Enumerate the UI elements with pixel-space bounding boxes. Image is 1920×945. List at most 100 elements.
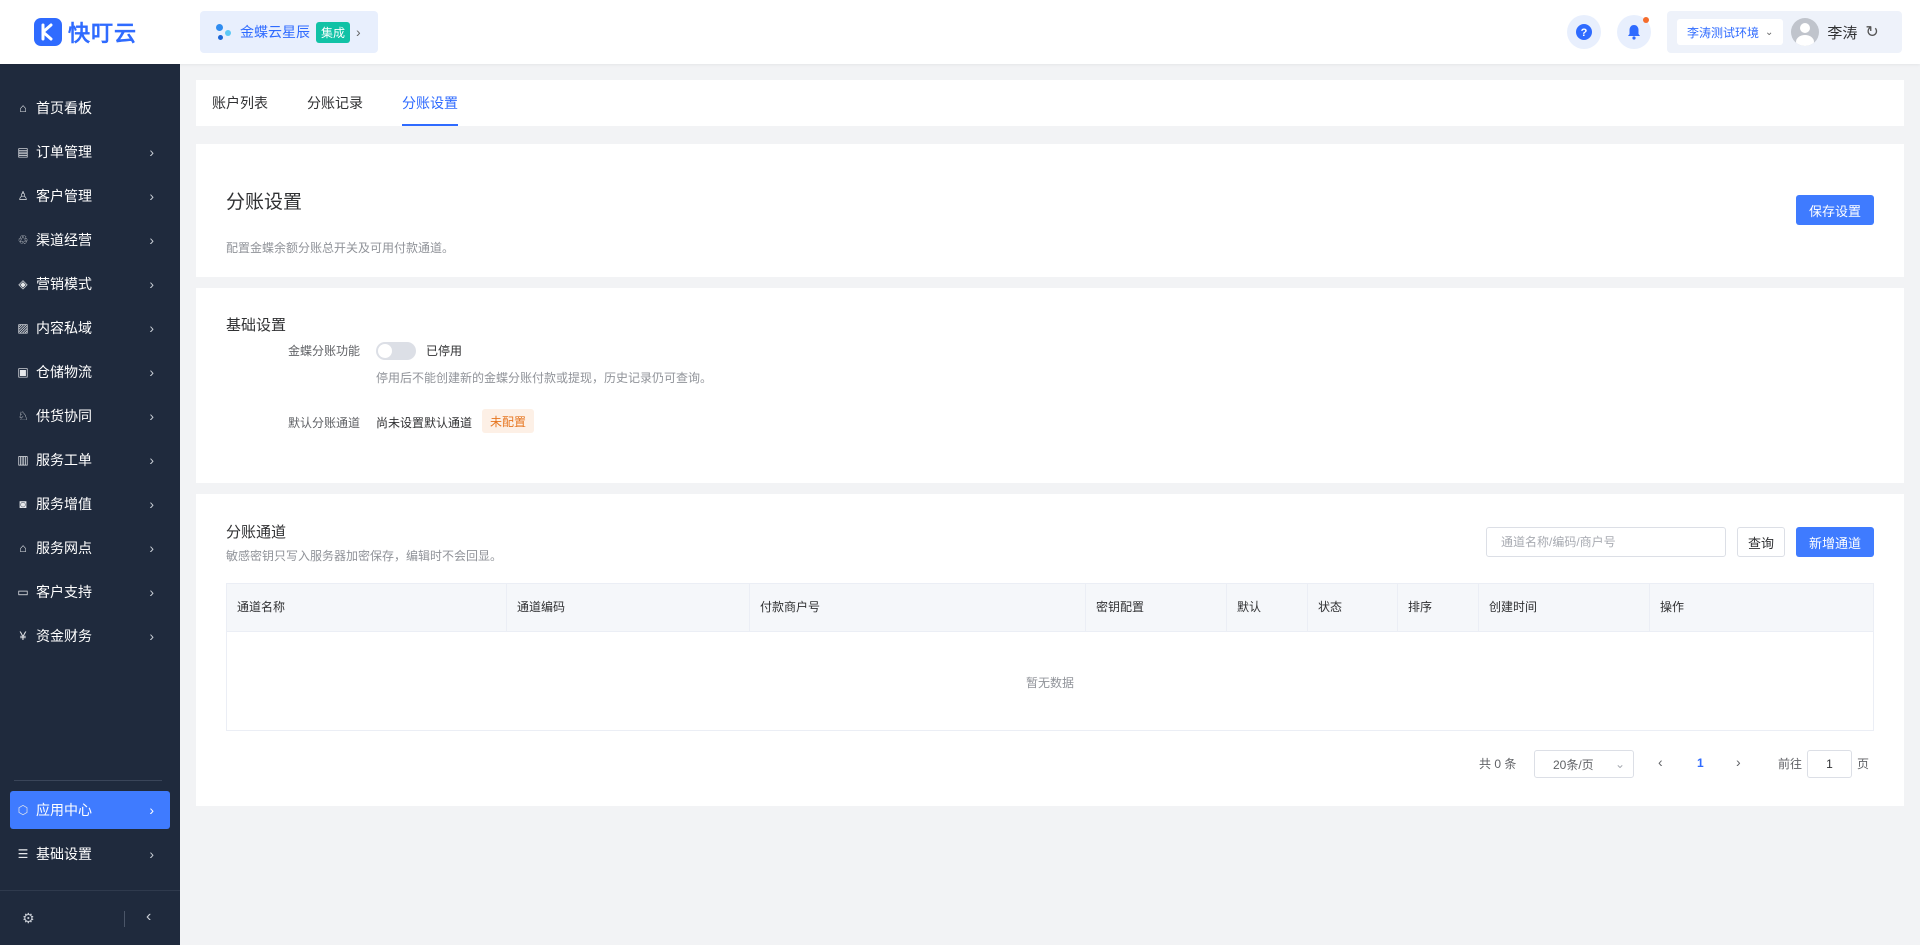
default-channel-label: 默认分账通道 [287, 416, 360, 430]
order-icon: ▤ [17, 145, 29, 159]
column-header: 通道编码 [507, 584, 750, 631]
tab-split-settings[interactable]: 分账设置 [402, 80, 458, 126]
settings-list-icon: ☰ [17, 847, 29, 861]
sidebar-footer: ⚙ ‹ [0, 890, 180, 945]
channel-search-input[interactable] [1486, 527, 1726, 557]
chevron-right-icon: › [149, 802, 154, 818]
help-button[interactable]: ? [1567, 15, 1601, 49]
tab-split-records[interactable]: 分账记录 [307, 80, 363, 126]
table-header: 通道名称 通道编码 付款商户号 密钥配置 默认 状态 排序 创建时间 操作 [227, 584, 1873, 632]
avatar[interactable] [1791, 18, 1820, 46]
sidebar-item-dashboard[interactable]: ⌂ 首页看板 [0, 86, 180, 130]
goto-page-input[interactable] [1807, 750, 1852, 778]
column-header: 操作 [1660, 600, 1685, 614]
sidebar-item-label: 供货协同 [36, 408, 92, 424]
sidebar-item-label: 服务网点 [36, 540, 92, 556]
tab-account-list[interactable]: 账户列表 [212, 80, 268, 126]
sidebar-item-finance[interactable]: ¥ 资金财务 › [0, 614, 180, 658]
bell-icon [1628, 25, 1640, 40]
sidebar-item-service-outlet[interactable]: ⌂ 服务网点 › [0, 526, 180, 570]
sidebar-item-customers[interactable]: ♙ 客户管理 › [0, 174, 180, 218]
sidebar-item-marketing[interactable]: ◈ 营销模式 › [0, 262, 180, 306]
chevron-down-icon: ⌄ [1765, 26, 1774, 38]
top-header: 快叮云 金蝶云星辰 集成 › ? 李涛测试环境 ⌄ 李涛 ↻ [0, 0, 1920, 64]
sidebar-item-label: 渠道经营 [36, 232, 92, 248]
sidebar-item-service-value[interactable]: ◙ 服务增值 › [0, 482, 180, 526]
chevron-right-icon: › [356, 24, 361, 40]
help-icon: ? [1576, 24, 1592, 40]
page-number-current[interactable]: 1 [1697, 756, 1704, 770]
user-icon: ♙ [17, 189, 29, 203]
user-name[interactable]: 李涛 [1827, 22, 1857, 43]
page-size-select[interactable]: 20条/页 ⌄ [1534, 750, 1634, 778]
page-description: 配置金蝶余额分账总开关及可用付款通道。 [226, 241, 455, 255]
tag-icon: ◈ [18, 277, 28, 291]
pagination-total: 共 0 条 [1479, 757, 1517, 771]
support-icon: ▭ [17, 585, 29, 599]
page-suffix: 页 [1857, 757, 1870, 771]
page-size-value: 20条/页 [1553, 757, 1594, 772]
query-button[interactable]: 查询 [1737, 527, 1785, 557]
supply-icon: ♘ [17, 409, 29, 423]
section-title: 基础设置 [226, 317, 287, 334]
app-name: 金蝶云星辰 [240, 24, 310, 40]
chevron-right-icon: › [149, 496, 154, 512]
sidebar-item-label: 服务工单 [36, 452, 92, 468]
sidebar-nav: ⌂ 首页看板 ▤ 订单管理 › ♙ 客户管理 › ♲ 渠道经营 › ◈ 营销模式 › ▨ 内容私域 ›… [0, 64, 180, 658]
page-header-card: 分账设置 配置金蝶余额分账总开关及可用付款通道。 保存设置 [196, 144, 1904, 277]
sidebar-item-channels[interactable]: ♲ 渠道经营 › [0, 218, 180, 262]
env-name: 李涛测试环境 [1687, 25, 1760, 40]
channel-icon: ♲ [17, 233, 29, 247]
channels-table: 通道名称 通道编码 付款商户号 密钥配置 默认 状态 排序 创建时间 操作 暂无… [226, 583, 1874, 731]
column-header: 状态 [1308, 584, 1398, 631]
column-header: 通道名称 [227, 584, 507, 631]
app-tag: 集成 [316, 21, 351, 43]
yuan-icon: ¥ [19, 629, 27, 643]
box-icon: ▣ [17, 365, 29, 379]
sidebar-item-label: 仓储物流 [36, 364, 92, 380]
env-select[interactable]: 李涛测试环境 ⌄ [1677, 19, 1784, 45]
sidebar-item-label: 客户管理 [36, 188, 92, 204]
footer-divider [124, 911, 125, 927]
image-icon: ▨ [17, 321, 29, 335]
sidebar-bottom-nav: ⬡ 应用中心 › ☰ 基础设置 › [0, 791, 180, 876]
channels-description: 敏感密钥只写入服务器加密保存，编辑时不会回显。 [226, 549, 503, 563]
collapse-icon[interactable]: ‹ [146, 908, 151, 926]
feature-toggle[interactable] [376, 342, 416, 360]
sidebar-item-service-ticket[interactable]: ▥ 服务工单 › [0, 438, 180, 482]
empty-state: 暂无数据 [1025, 676, 1074, 690]
chevron-right-icon: › [149, 232, 154, 248]
sidebar-item-label: 营销模式 [36, 276, 92, 292]
prev-page-icon[interactable]: ‹ [1658, 754, 1663, 770]
chevron-right-icon: › [149, 452, 154, 468]
sidebar-item-orders[interactable]: ▤ 订单管理 › [0, 130, 180, 174]
sidebar-item-basic-settings[interactable]: ☰ 基础设置 › [0, 832, 180, 876]
sidebar-item-content[interactable]: ▨ 内容私域 › [0, 306, 180, 350]
next-page-icon[interactable]: › [1736, 754, 1741, 770]
notification-button[interactable] [1617, 15, 1651, 49]
notification-dot [1643, 17, 1649, 23]
sidebar-item-support[interactable]: ▭ 客户支持 › [0, 570, 180, 614]
sidebar-item-label: 首页看板 [36, 100, 92, 116]
sidebar-item-label: 内容私域 [36, 320, 92, 336]
gear-icon[interactable]: ⚙ [22, 910, 35, 927]
page-title: 分账设置 [226, 192, 303, 213]
column-header: 默认 [1227, 584, 1308, 631]
chevron-right-icon: › [149, 628, 154, 644]
chevron-right-icon: › [149, 276, 154, 292]
feature-status: 已停用 [426, 344, 463, 358]
refresh-icon[interactable]: ↻ [1865, 22, 1878, 42]
column-header: 付款商户号 [750, 584, 1086, 631]
add-channel-button[interactable]: 新增通道 [1796, 527, 1874, 557]
chevron-right-icon: › [149, 540, 154, 556]
brand-logo[interactable]: 快叮云 [34, 16, 137, 48]
chevron-right-icon: › [149, 188, 154, 204]
save-settings-button[interactable]: 保存设置 [1796, 195, 1874, 225]
app-switcher[interactable]: 金蝶云星辰 集成 › [200, 11, 378, 53]
app-dots-icon [214, 22, 234, 42]
sidebar-item-app-center[interactable]: ⬡ 应用中心 › [10, 791, 170, 829]
sidebar-item-supply[interactable]: ♘ 供货协同 › [0, 394, 180, 438]
sidebar-item-warehouse[interactable]: ▣ 仓储物流 › [0, 350, 180, 394]
user-box: 李涛测试环境 ⌄ 李涛 ↻ [1667, 11, 1902, 53]
section-title: 分账通道 [226, 524, 287, 541]
